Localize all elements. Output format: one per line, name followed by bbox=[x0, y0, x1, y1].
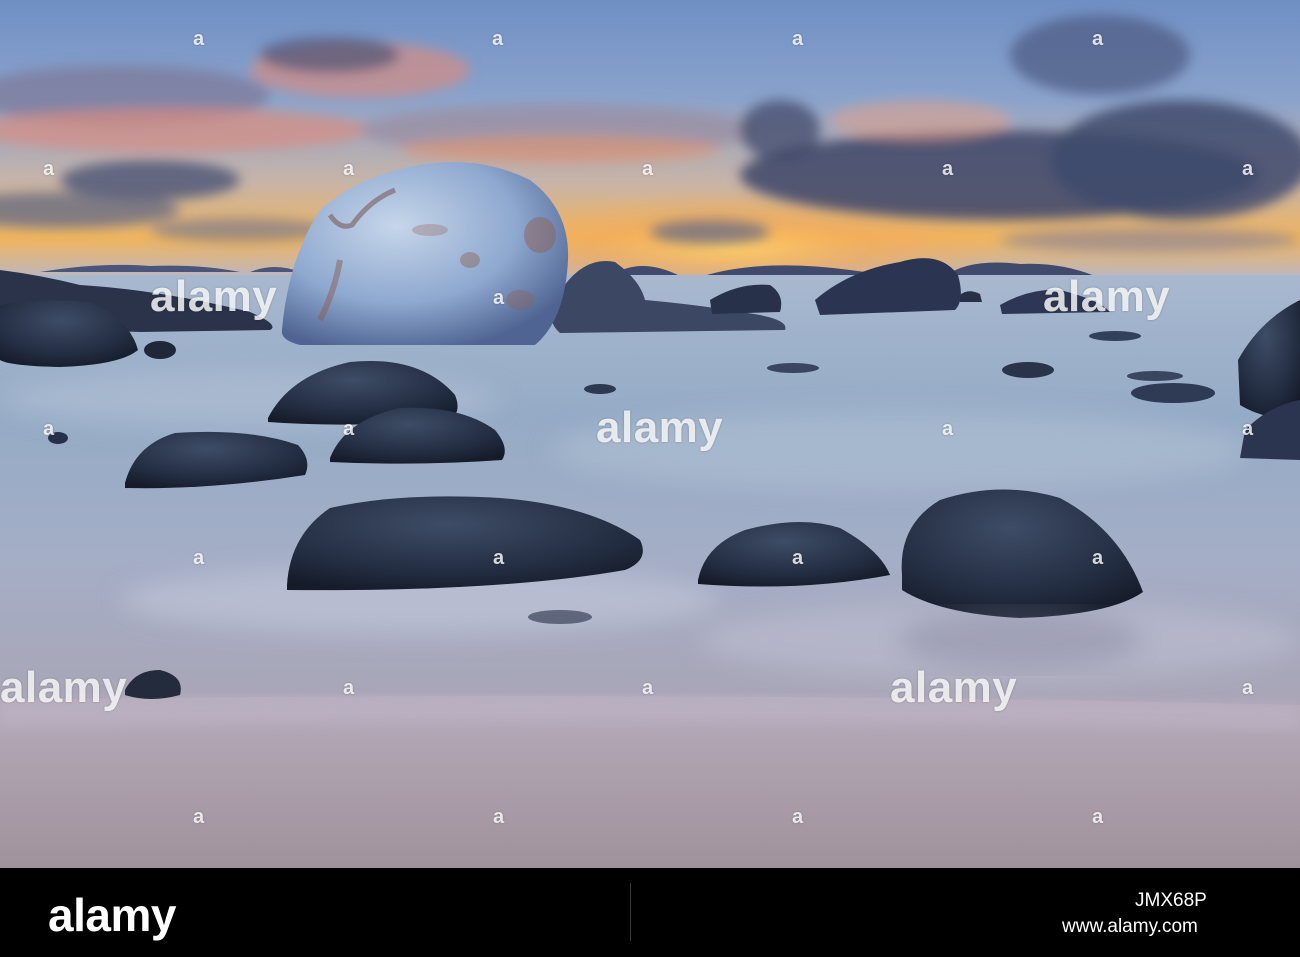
watermark-mark: a bbox=[492, 28, 504, 50]
watermark-text: alamy bbox=[0, 663, 128, 712]
watermark-mark: a bbox=[343, 158, 355, 180]
watermark-mark: a bbox=[193, 547, 205, 569]
watermark-mark: a bbox=[493, 287, 505, 309]
watermark-mark: a bbox=[343, 418, 355, 440]
watermark-mark: a bbox=[792, 28, 804, 50]
watermark-mark: a bbox=[493, 806, 505, 828]
photo: alamy alamy alamy alamy alamy a a a a a … bbox=[0, 0, 1300, 868]
watermark-mark: a bbox=[942, 418, 954, 440]
watermark-mark: a bbox=[1092, 806, 1104, 828]
watermark-mark: a bbox=[1242, 418, 1254, 440]
watermark-mark: a bbox=[43, 418, 55, 440]
image-id: JMX68P bbox=[1135, 890, 1207, 911]
alamy-logo: alamy bbox=[48, 889, 176, 941]
watermark-mark: a bbox=[1092, 547, 1104, 569]
watermark-mark: a bbox=[1092, 28, 1104, 50]
watermark-text: alamy bbox=[1043, 272, 1171, 321]
watermark-mark: a bbox=[493, 547, 505, 569]
watermark-mark: a bbox=[642, 677, 654, 699]
watermark-mark: a bbox=[642, 158, 654, 180]
watermark-mark: a bbox=[193, 806, 205, 828]
watermark-text: alamy bbox=[596, 403, 724, 452]
site-url: www.alamy.com bbox=[1062, 916, 1198, 937]
watermark-mark: a bbox=[792, 806, 804, 828]
watermark-mark: a bbox=[43, 158, 55, 180]
watermark-mark: a bbox=[343, 677, 355, 699]
watermark-text: alamy bbox=[890, 663, 1018, 712]
watermark-text: alamy bbox=[150, 272, 278, 321]
footer-bar: alamy JMX68P www.alamy.com bbox=[0, 868, 1300, 957]
watermark-mark: a bbox=[1242, 677, 1254, 699]
watermark-mark: a bbox=[1242, 158, 1254, 180]
watermark-mark: a bbox=[792, 547, 804, 569]
footer-divider bbox=[630, 883, 631, 941]
watermark-mark: a bbox=[942, 158, 954, 180]
watermark-mark: a bbox=[193, 28, 205, 50]
